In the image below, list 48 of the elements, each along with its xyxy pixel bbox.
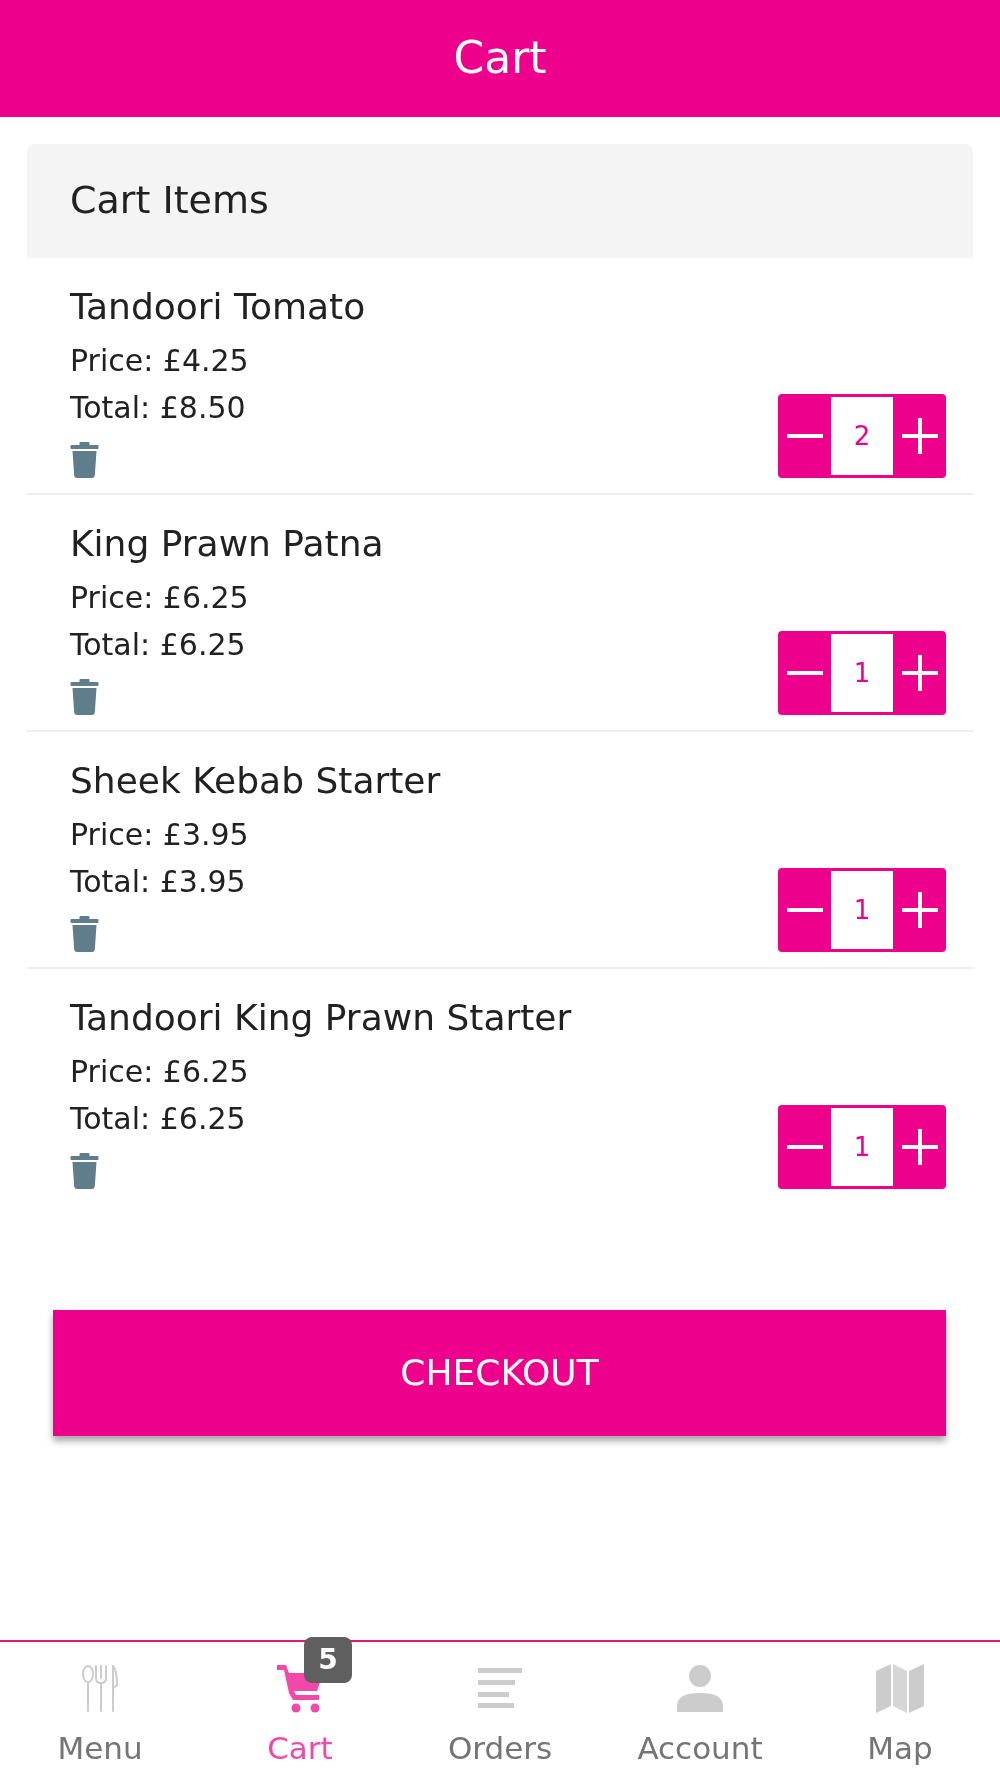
minus-icon: [786, 1145, 823, 1149]
quantity-field[interactable]: 1: [831, 868, 893, 952]
decrease-button[interactable]: [778, 1105, 831, 1189]
tab-item[interactable]: Menu: [0, 1642, 200, 1778]
plus-icon: [901, 418, 938, 454]
plus-icon: [901, 892, 938, 928]
item-total: Total: £8.50: [70, 389, 246, 427]
item-name: Tandoori Tomato: [70, 285, 366, 329]
increase-button[interactable]: [893, 394, 946, 478]
decrease-button[interactable]: [778, 394, 831, 478]
trash-icon[interactable]: [70, 1153, 99, 1189]
section-title: Cart Items: [70, 178, 269, 224]
plus-icon: [901, 655, 938, 691]
item-price: Price: £4.25: [70, 342, 249, 380]
item-price: Price: £3.95: [70, 816, 249, 854]
decrease-button[interactable]: [778, 631, 831, 715]
tab-item[interactable]: Account: [600, 1642, 800, 1778]
item-price: Price: £6.25: [70, 579, 249, 617]
minus-icon: [786, 908, 823, 912]
cart-count-badge: 5: [304, 1637, 352, 1683]
quantity-field[interactable]: 1: [831, 1105, 893, 1189]
quantity-field[interactable]: 2: [831, 394, 893, 478]
cutlery-icon: [82, 1664, 118, 1712]
page-title: Cart: [453, 32, 547, 85]
minus-icon: [786, 671, 823, 675]
trash-icon[interactable]: [70, 679, 99, 715]
increase-button[interactable]: [893, 1105, 946, 1189]
decrease-button[interactable]: [778, 868, 831, 952]
map-icon: [876, 1663, 924, 1713]
increase-button[interactable]: [893, 868, 946, 952]
trash-icon[interactable]: [70, 916, 99, 952]
minus-icon: [786, 434, 823, 438]
checkout-button[interactable]: CHECKOUT: [53, 1310, 946, 1436]
increase-button[interactable]: [893, 631, 946, 715]
item-name: Sheek Kebab Starter: [70, 759, 441, 803]
item-total: Total: £3.95: [70, 863, 246, 901]
item-name: King Prawn Patna: [70, 522, 384, 566]
plus-icon: [901, 1129, 938, 1165]
trash-icon[interactable]: [70, 442, 99, 478]
lines-icon: [478, 1668, 522, 1708]
tab-item[interactable]: Orders: [400, 1642, 600, 1778]
item-total: Total: £6.25: [70, 626, 246, 664]
person-icon: [676, 1664, 724, 1712]
quantity-field[interactable]: 1: [831, 631, 893, 715]
item-price: Price: £6.25: [70, 1053, 249, 1091]
item-total: Total: £6.25: [70, 1100, 246, 1138]
tab-item[interactable]: Map: [800, 1642, 1000, 1778]
item-name: Tandoori King Prawn Starter: [70, 996, 572, 1040]
